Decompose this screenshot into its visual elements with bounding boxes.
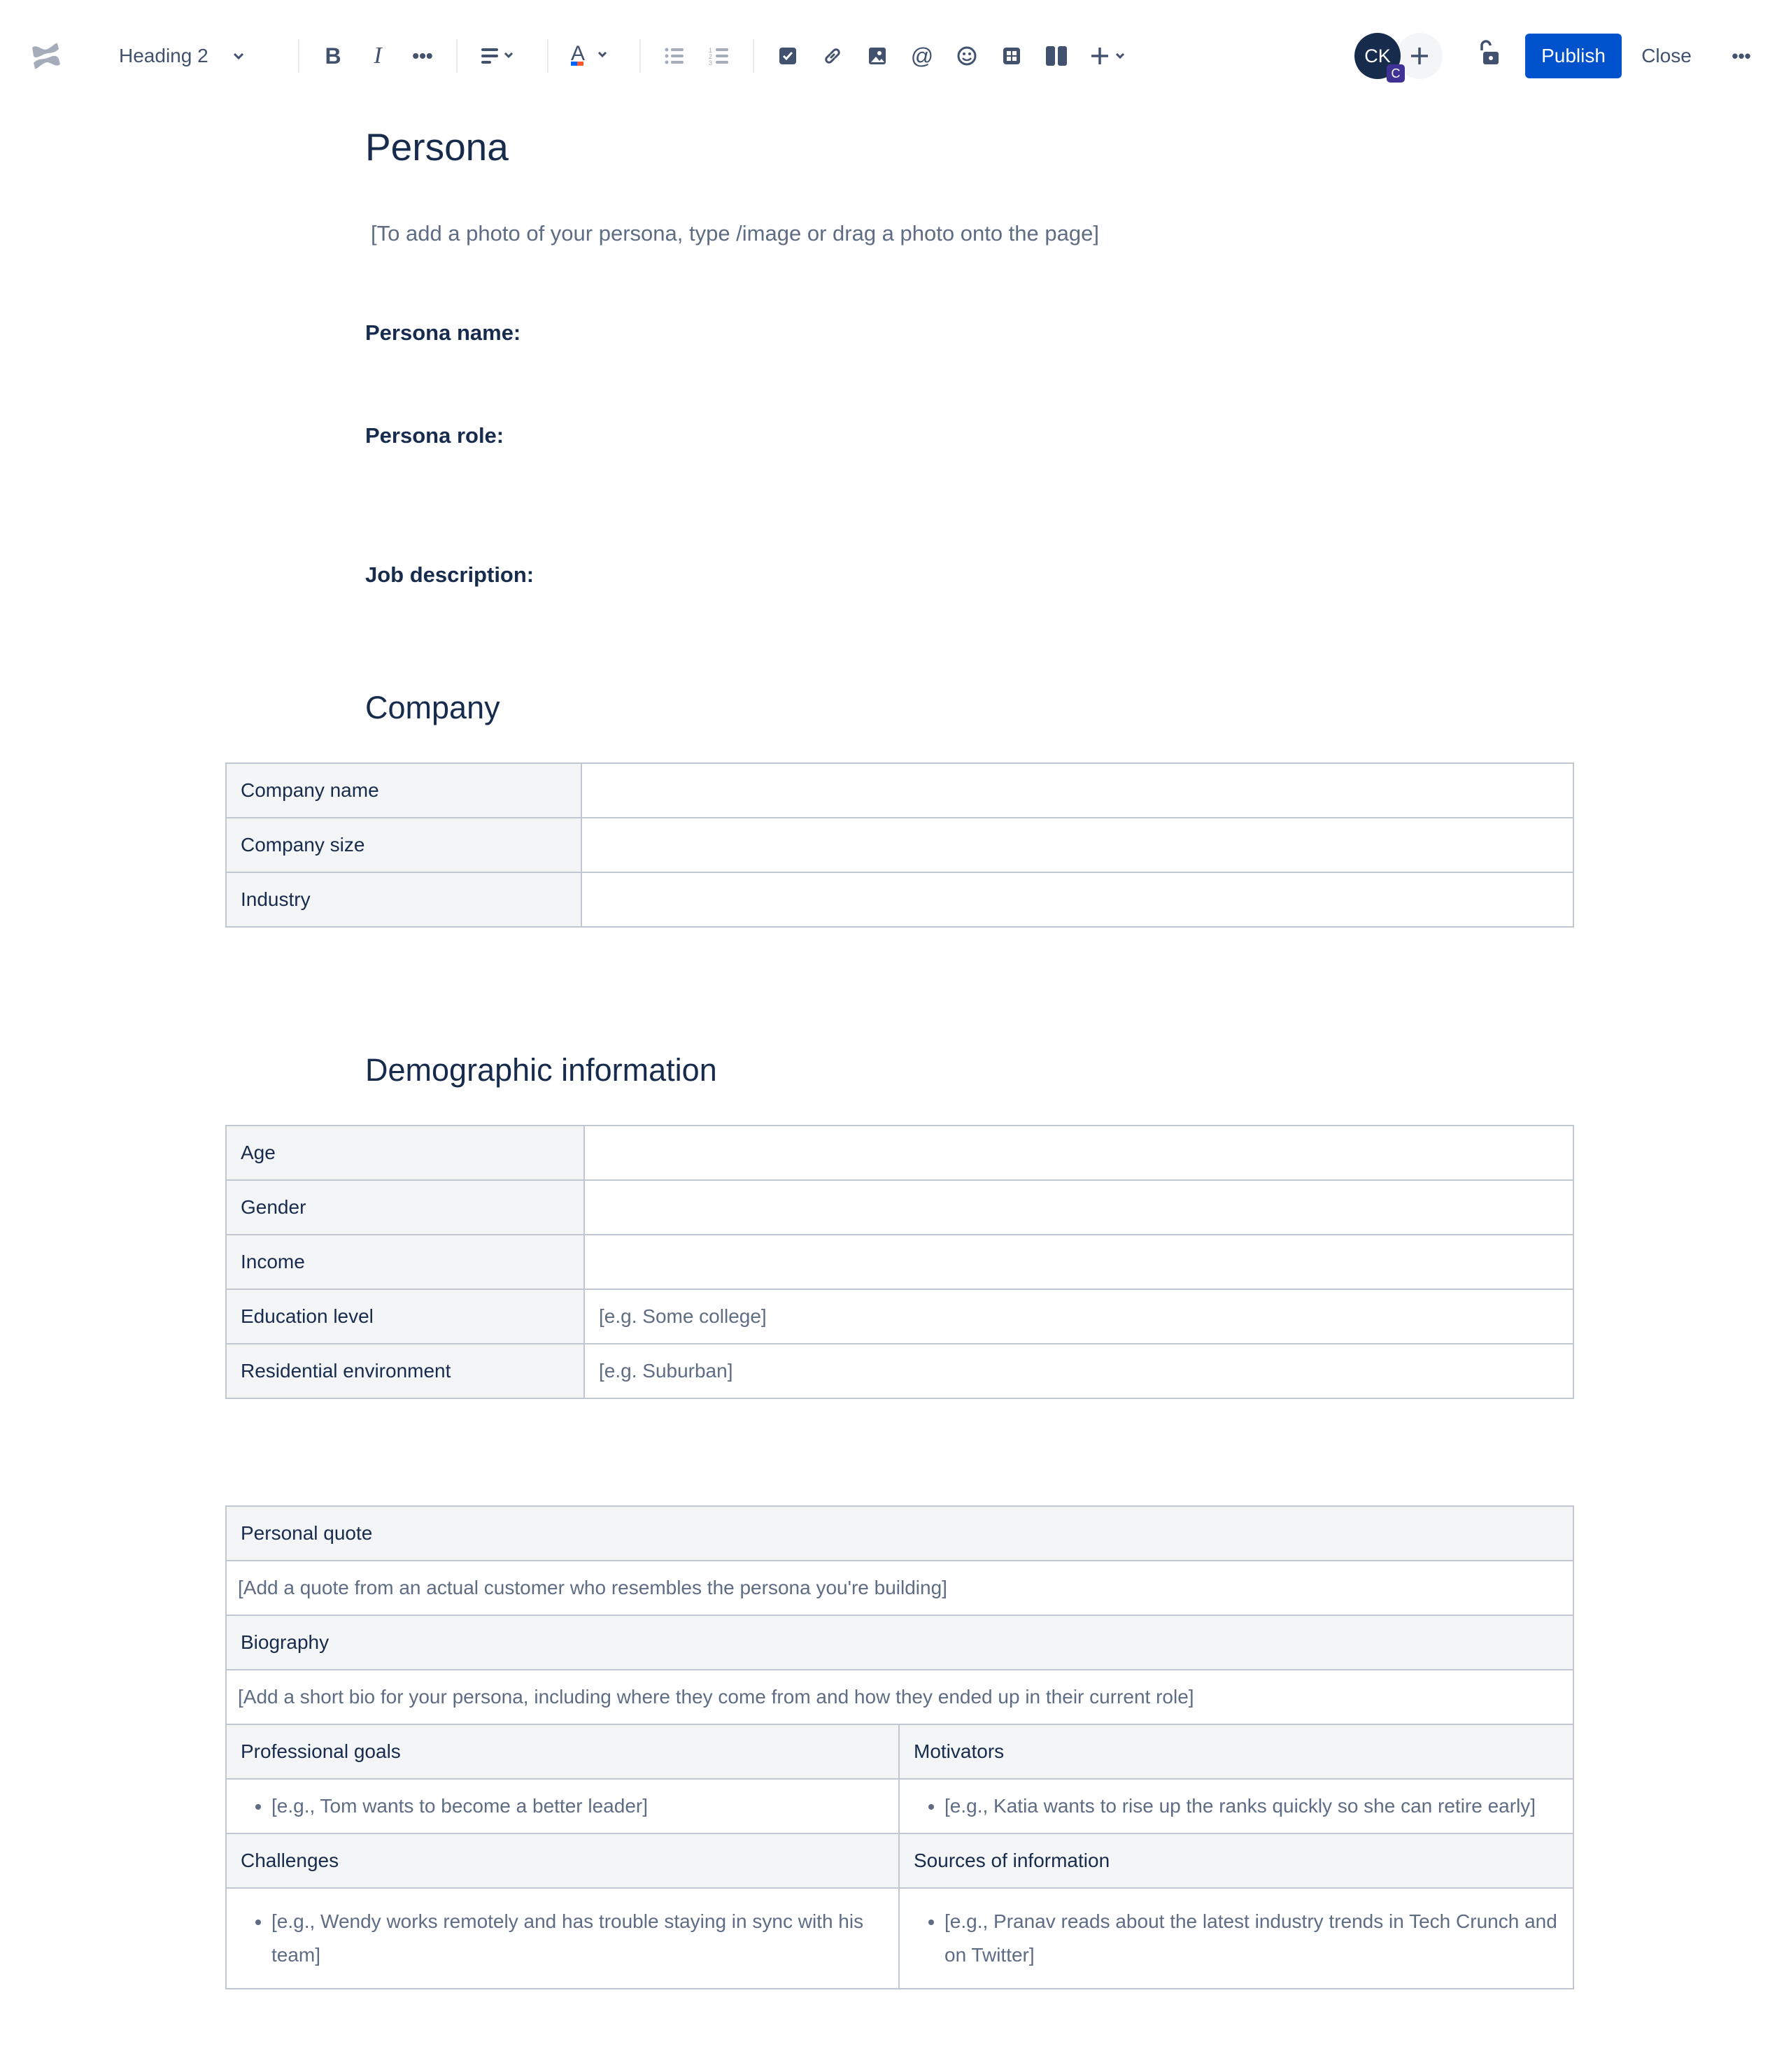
motivators-cell[interactable]: [e.g., Katia wants to rise up the ranks … xyxy=(898,1778,1574,1834)
toolbar-divider xyxy=(753,39,754,73)
bullet-list-icon[interactable] xyxy=(660,35,688,77)
table-row: Personal quote xyxy=(225,1505,1574,1561)
table-cell-label[interactable]: Residential environment xyxy=(225,1343,585,1399)
list-item[interactable]: [e.g., Pranav reads about the latest ind… xyxy=(944,1905,1559,1972)
table-cell-value[interactable] xyxy=(583,1179,1574,1235)
image-icon[interactable] xyxy=(863,35,891,77)
chevron-down-icon xyxy=(232,52,245,60)
avatar-badge-label: C xyxy=(1391,66,1401,80)
plus-icon xyxy=(1411,48,1428,64)
confluence-logo-icon[interactable] xyxy=(25,35,67,77)
demographic-heading[interactable]: Demographic information xyxy=(365,1052,717,1088)
table-row: Income xyxy=(225,1234,1574,1290)
page-title[interactable]: Persona xyxy=(365,125,509,169)
table-row: [e.g., Tom wants to become a better lead… xyxy=(225,1778,1574,1834)
more-options-icon[interactable]: ••• xyxy=(1724,35,1759,77)
table-row: [Add a short bio for your persona, inclu… xyxy=(225,1669,1574,1725)
table-icon[interactable] xyxy=(998,35,1026,77)
toolbar-divider xyxy=(639,39,641,73)
publish-label: Publish xyxy=(1541,45,1606,66)
table-cell-label[interactable]: Education level xyxy=(225,1289,585,1344)
challenges-header[interactable]: Challenges xyxy=(225,1833,900,1889)
text-style-dropdown[interactable]: Heading 2 xyxy=(119,35,308,77)
emoji-icon[interactable] xyxy=(953,35,981,77)
table-cell-label[interactable]: Industry xyxy=(225,872,582,928)
table-row: Biography xyxy=(225,1615,1574,1670)
avatar-badge: C xyxy=(1387,64,1405,83)
list-item[interactable]: [e.g., Wendy works remotely and has trou… xyxy=(271,1905,884,1972)
avatar-initials: CK xyxy=(1364,45,1391,66)
persona-role-label[interactable]: Persona role: xyxy=(365,423,504,448)
table-row: Education level [e.g. Some college] xyxy=(225,1289,1574,1344)
italic-icon[interactable]: I xyxy=(364,35,392,77)
table-row: Age xyxy=(225,1125,1574,1181)
align-icon[interactable] xyxy=(479,35,521,77)
personal-quote-header[interactable]: Personal quote xyxy=(225,1505,1574,1561)
biography-cell[interactable]: [Add a short bio for your persona, inclu… xyxy=(225,1669,1574,1725)
table-cell-value[interactable] xyxy=(581,872,1574,928)
text-color-icon[interactable]: A xyxy=(569,35,611,77)
toolbar-divider xyxy=(547,39,548,73)
sources-cell[interactable]: [e.g., Pranav reads about the latest ind… xyxy=(898,1887,1574,1989)
more-formatting-icon[interactable]: ••• xyxy=(409,35,437,77)
table-cell-label[interactable]: Gender xyxy=(225,1179,585,1235)
table-cell-value[interactable] xyxy=(583,1125,1574,1181)
table-cell-value[interactable]: [e.g. Some college] xyxy=(583,1289,1574,1344)
action-item-icon[interactable] xyxy=(774,35,802,77)
mention-icon[interactable]: @ xyxy=(908,35,936,77)
numbered-list-icon[interactable]: 123 xyxy=(705,35,733,77)
biography-header[interactable]: Biography xyxy=(225,1615,1574,1670)
toolbar-divider xyxy=(298,39,299,73)
table-row: Challenges Sources of information xyxy=(225,1833,1574,1889)
challenges-cell[interactable]: [e.g., Wendy works remotely and has trou… xyxy=(225,1887,900,1989)
table-row: [Add a quote from an actual customer who… xyxy=(225,1560,1574,1616)
link-icon[interactable] xyxy=(819,35,847,77)
layouts-icon[interactable] xyxy=(1042,35,1070,77)
insert-plus-icon[interactable] xyxy=(1090,35,1132,77)
table-row: Industry xyxy=(225,872,1574,928)
profile-table: Personal quote [Add a quote from an actu… xyxy=(225,1505,1574,1989)
table-cell-value[interactable]: [e.g. Suburban] xyxy=(583,1343,1574,1399)
text-style-label: Heading 2 xyxy=(119,45,208,66)
publish-button[interactable]: Publish xyxy=(1525,34,1622,78)
table-cell-value[interactable] xyxy=(581,817,1574,873)
close-button[interactable]: Close xyxy=(1631,34,1701,78)
table-row: [e.g., Wendy works remotely and has trou… xyxy=(225,1887,1574,1989)
persona-name-label[interactable]: Persona name: xyxy=(365,320,521,346)
table-cell-value[interactable] xyxy=(583,1234,1574,1290)
job-description-label[interactable]: Job description: xyxy=(365,562,534,588)
svg-text:3: 3 xyxy=(709,59,712,65)
bold-icon[interactable]: B xyxy=(319,35,347,77)
table-cell-label[interactable]: Income xyxy=(225,1234,585,1290)
table-row: Professional goals Motivators xyxy=(225,1724,1574,1780)
table-row: Company name xyxy=(225,762,1574,818)
unlock-icon[interactable] xyxy=(1472,32,1506,74)
table-row: Residential environment [e.g. Suburban] xyxy=(225,1343,1574,1399)
table-row: Company size xyxy=(225,817,1574,873)
motivators-header[interactable]: Motivators xyxy=(898,1724,1574,1780)
professional-goals-cell[interactable]: [e.g., Tom wants to become a better lead… xyxy=(225,1778,900,1834)
table-cell-label[interactable]: Age xyxy=(225,1125,585,1181)
table-cell-label[interactable]: Company name xyxy=(225,762,582,818)
toolbar-divider xyxy=(456,39,458,73)
company-table: Company name Company size Industry xyxy=(225,762,1574,928)
table-row: Gender xyxy=(225,1179,1574,1235)
personal-quote-cell[interactable]: [Add a quote from an actual customer who… xyxy=(225,1560,1574,1616)
photo-placeholder[interactable]: [To add a photo of your persona, type /i… xyxy=(371,221,1099,246)
editor-toolbar: Heading 2 B I ••• A 123 @ CK C Publish C… xyxy=(0,0,1791,112)
list-item[interactable]: [e.g., Katia wants to rise up the ranks … xyxy=(944,1789,1559,1823)
company-heading[interactable]: Company xyxy=(365,690,500,726)
sources-header[interactable]: Sources of information xyxy=(898,1833,1574,1889)
table-cell-value[interactable] xyxy=(581,762,1574,818)
list-item[interactable]: [e.g., Tom wants to become a better lead… xyxy=(271,1789,884,1823)
close-label: Close xyxy=(1641,45,1692,66)
table-cell-label[interactable]: Company size xyxy=(225,817,582,873)
demographic-table: Age Gender Income Education level [e.g. S… xyxy=(225,1125,1574,1399)
professional-goals-header[interactable]: Professional goals xyxy=(225,1724,900,1780)
